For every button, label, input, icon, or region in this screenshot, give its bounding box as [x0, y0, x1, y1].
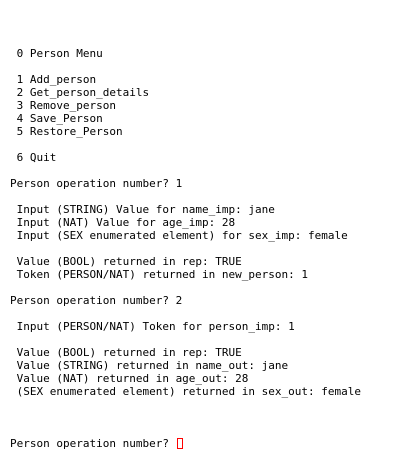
- terminal-lines: 0 Person Menu 1 Add_person 2 Get_person_…: [10, 47, 416, 411]
- terminal-line: Input (SEX enumerated element) for sex_i…: [10, 229, 348, 242]
- terminal-line: Person operation number? 1: [10, 177, 183, 190]
- terminal-line: 2 Get_person_details: [10, 86, 150, 99]
- terminal-line: 1 Add_person: [10, 73, 97, 86]
- terminal-line: Value (NAT) returned in age_out: 28: [10, 372, 249, 385]
- terminal-line: 5 Restore_Person: [10, 125, 123, 138]
- terminal-line: 6 Quit: [10, 151, 57, 164]
- terminal-line: Value (STRING) returned in name_out: jan…: [10, 359, 289, 372]
- terminal-line: (SEX enumerated element) returned in sex…: [10, 385, 361, 398]
- terminal-line: Input (PERSON/NAT) Token for person_imp:…: [10, 320, 295, 333]
- terminal-line: Input (NAT) Value for age_imp: 28: [10, 216, 236, 229]
- input-prompt-line[interactable]: Person operation number?: [10, 437, 416, 450]
- terminal-line: Input (STRING) Value for name_imp: jane: [10, 203, 275, 216]
- terminal-line: Person operation number? 2: [10, 294, 183, 307]
- terminal-line: Token (PERSON/NAT) returned in new_perso…: [10, 268, 309, 281]
- terminal-line: Value (BOOL) returned in rep: TRUE: [10, 255, 242, 268]
- terminal-line: Value (BOOL) returned in rep: TRUE: [10, 346, 242, 359]
- prompt-text: Person operation number?: [10, 437, 176, 450]
- text-cursor[interactable]: [176, 438, 183, 449]
- terminal-line: 0 Person Menu: [10, 47, 103, 60]
- terminal-output[interactable]: 0 Person Menu 1 Add_person 2 Get_person_…: [0, 0, 416, 450]
- terminal-line: 4 Save_Person: [10, 112, 103, 125]
- terminal-line: 3 Remove_person: [10, 99, 116, 112]
